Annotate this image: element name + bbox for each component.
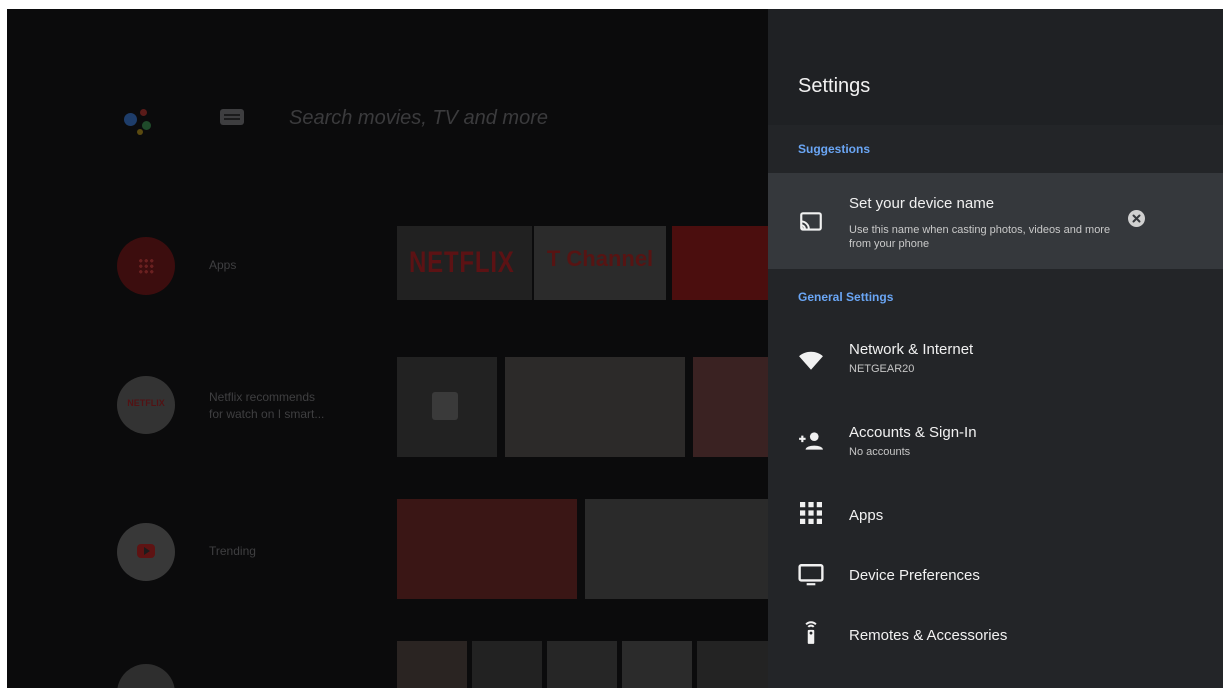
suggestion-title: Set your device name — [849, 195, 995, 212]
device-preferences-title: Device Preferences — [849, 567, 980, 584]
row-label-netflix: Netflix recommends for watch on I smart.… — [209, 390, 325, 421]
network-title: Network & Internet — [849, 341, 974, 358]
settings-item-network[interactable] — [768, 327, 1223, 397]
home-screen-dimmed: Search movies, TV and more Apps NETFLIX … — [7, 9, 768, 688]
close-icon — [1132, 214, 1141, 223]
add-person-icon — [799, 432, 823, 450]
app-tile[interactable] — [672, 226, 768, 300]
tv-icon — [798, 564, 824, 586]
netflix-row-icon[interactable]: NETFLIX — [117, 376, 175, 434]
content-tile[interactable] — [697, 641, 768, 688]
dismiss-suggestion-button[interactable] — [1128, 210, 1145, 227]
video-tile[interactable] — [397, 499, 577, 599]
apps-title: Apps — [849, 507, 884, 524]
keyboard-icon[interactable] — [220, 109, 244, 125]
video-tile[interactable] — [585, 499, 768, 599]
content-tile[interactable] — [547, 641, 617, 688]
content-tile[interactable] — [397, 357, 497, 457]
row-label-apps: Apps — [209, 258, 237, 272]
row-label-trending: Trending — [209, 544, 256, 558]
wifi-icon — [799, 351, 823, 370]
network-subtitle: NETGEAR20 — [849, 363, 915, 375]
channel-app-tile[interactable]: T Channel — [534, 226, 666, 300]
apps-grid-icon — [138, 258, 154, 274]
tv-screen: Search movies, TV and more Apps NETFLIX … — [7, 9, 1223, 688]
accounts-subtitle: No accounts — [849, 446, 911, 458]
suggestions-label: Suggestions — [798, 142, 871, 156]
suggestion-set-device-name[interactable] — [768, 173, 1223, 269]
youtube-play-icon — [137, 544, 155, 558]
apps-grid-icon — [800, 502, 822, 524]
apps-row-icon[interactable] — [117, 237, 175, 295]
accounts-title: Accounts & Sign-In — [849, 424, 977, 441]
general-settings-label: General Settings — [798, 290, 894, 304]
content-tile[interactable] — [622, 641, 692, 688]
search-placeholder[interactable]: Search movies, TV and more — [289, 107, 548, 130]
content-tile[interactable] — [472, 641, 542, 688]
settings-item-apps[interactable] — [768, 489, 1223, 544]
google-assistant-icon[interactable] — [124, 105, 164, 145]
cast-icon — [800, 212, 822, 231]
settings-title: Settings — [798, 75, 871, 97]
settings-item-accounts[interactable] — [768, 409, 1223, 479]
settings-panel: Settings Suggestions Set your device nam… — [768, 9, 1223, 688]
remote-icon — [805, 621, 817, 644]
content-tile[interactable] — [397, 641, 467, 688]
content-tile[interactable] — [693, 357, 768, 457]
settings-item-device-preferences[interactable] — [768, 549, 1223, 604]
suggestion-subtitle: Use this name when casting photos, video… — [849, 224, 1111, 250]
settings-header: Settings — [768, 9, 1223, 125]
row-icon[interactable] — [117, 664, 175, 688]
netflix-app-tile[interactable]: NETFLIX — [397, 226, 532, 300]
content-tile[interactable] — [505, 357, 685, 457]
remotes-title: Remotes & Accessories — [849, 627, 1008, 644]
youtube-row-icon[interactable] — [117, 523, 175, 581]
